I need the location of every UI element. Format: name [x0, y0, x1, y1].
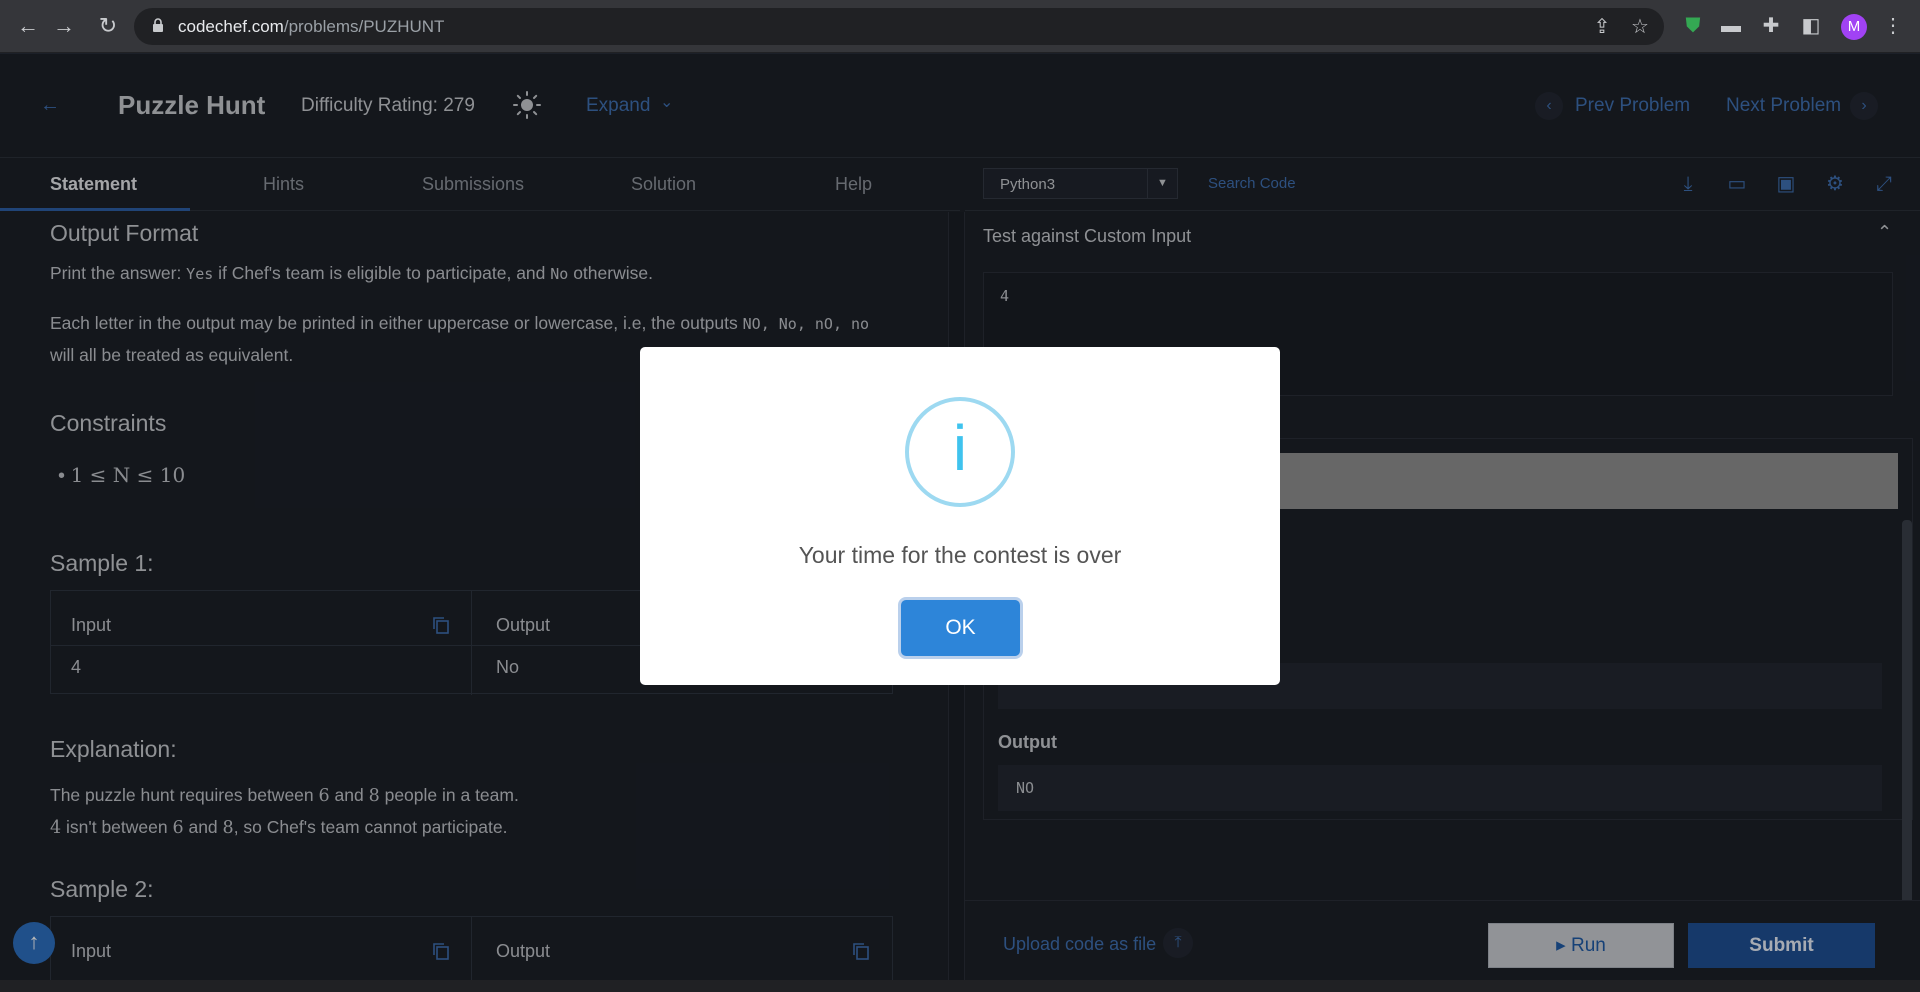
back-arrow-icon[interactable]: ← — [14, 12, 42, 40]
puzzle-extensions-icon[interactable]: ✚ — [1758, 13, 1784, 39]
reload-icon[interactable]: ↻ — [94, 12, 122, 40]
lock-icon — [153, 18, 163, 32]
bookmark-star-icon[interactable]: ☆ — [1628, 15, 1652, 39]
address-bar[interactable]: codechef.com/problems/PUZHUNT ⇪ ☆ — [134, 8, 1664, 45]
side-panel-icon[interactable]: ◧ — [1798, 13, 1824, 39]
url-text: codechef.com/problems/PUZHUNT — [178, 17, 445, 36]
dialog-message: Your time for the contest is over — [798, 542, 1122, 568]
share-icon[interactable]: ⇪ — [1590, 15, 1614, 39]
shield-extension-icon[interactable]: ⛊ — [1680, 13, 1706, 39]
ok-button[interactable]: OK — [901, 600, 1020, 656]
forward-arrow-icon[interactable]: → — [50, 12, 78, 40]
contest-over-dialog: i Your time for the contest is over OK — [640, 347, 1280, 685]
bottom-strip — [0, 980, 1920, 992]
profile-avatar[interactable]: M — [1841, 14, 1867, 40]
browser-menu-icon[interactable]: ⋮ — [1880, 13, 1906, 39]
extension-icon[interactable]: ▬ — [1718, 13, 1744, 39]
browser-chrome: ← → ↻ codechef.com/problems/PUZHUNT ⇪ ☆ … — [0, 0, 1920, 53]
info-icon: i — [905, 397, 1015, 507]
